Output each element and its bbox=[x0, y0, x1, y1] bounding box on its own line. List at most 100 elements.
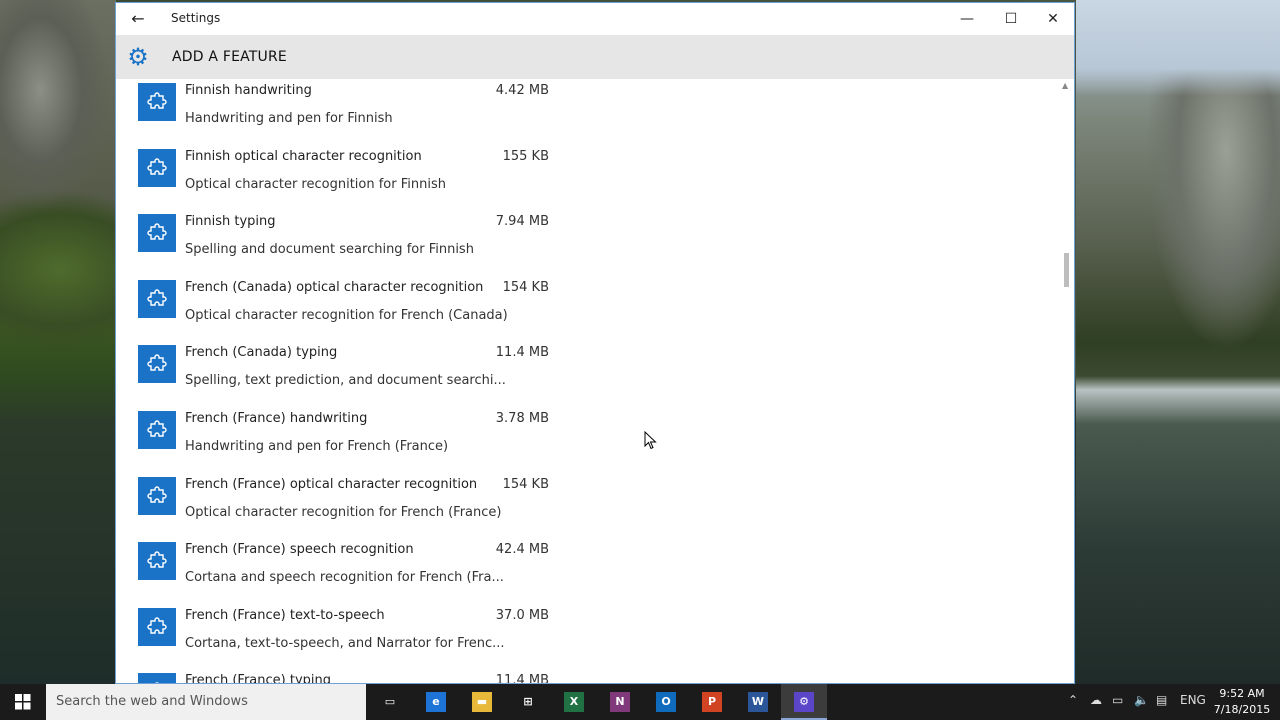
puzzle-piece-icon bbox=[138, 345, 176, 384]
feature-item[interactable]: French (France) optical character recogn… bbox=[138, 475, 558, 535]
feature-name: Finnish typing bbox=[185, 214, 276, 230]
search-box[interactable]: Search the web and Windows bbox=[46, 684, 366, 720]
scrollbar[interactable]: ▲ bbox=[1060, 79, 1072, 683]
feature-size: 155 KB bbox=[502, 148, 549, 164]
page-title: ADD A FEATURE bbox=[172, 49, 287, 65]
edge-icon: e bbox=[426, 692, 446, 712]
feature-size: 37.0 MB bbox=[495, 607, 549, 623]
puzzle-piece-icon bbox=[138, 411, 176, 449]
clock-date: 7/18/2015 bbox=[1213, 703, 1271, 716]
chevron-up-icon[interactable]: ⌃ bbox=[1068, 693, 1078, 707]
feature-item[interactable]: Finnish typing 7.94 MB Spelling and docume… bbox=[138, 212, 558, 272]
onenote-taskbar-button[interactable]: N bbox=[597, 684, 643, 720]
feature-item[interactable]: Finnish optical character recognition 155… bbox=[138, 147, 558, 207]
feature-size: 154 KB bbox=[502, 279, 549, 295]
store-icon: ⊞ bbox=[518, 692, 538, 712]
feature-description: Handwriting and pen for Finnish bbox=[185, 111, 393, 126]
wallpaper-right bbox=[1076, 0, 1280, 684]
feature-item[interactable]: French (France) typing 11.4 MB bbox=[138, 671, 558, 684]
feature-size: 42.4 MB bbox=[495, 542, 549, 558]
feature-description: Optical character recognition for Finnis… bbox=[185, 176, 446, 192]
feature-description: Optical character recognition for French… bbox=[185, 504, 502, 520]
network-icon[interactable]: ▭ bbox=[1112, 693, 1123, 707]
outlook-taskbar-button[interactable]: O bbox=[643, 684, 689, 720]
file-explorer-taskbar-button[interactable]: ▬ bbox=[459, 684, 505, 720]
feature-list: Finnish handwriting 4.42 MB Handwriting an… bbox=[116, 79, 1074, 684]
action-center-icon[interactable]: ▤ bbox=[1156, 693, 1167, 707]
outlook-icon: O bbox=[656, 692, 676, 712]
settings-window: ← Settings — ☐ ✕ ⚙ ADD A FEATURE Finnish… bbox=[115, 2, 1075, 684]
feature-name: French (France) speech recognition bbox=[185, 542, 414, 558]
feature-name: French (France) handwriting bbox=[185, 411, 368, 426]
puzzle-piece-icon bbox=[138, 214, 176, 253]
puzzle-piece-icon bbox=[138, 476, 176, 515]
windows-logo-icon bbox=[15, 694, 31, 710]
maximize-button[interactable]: ☐ bbox=[988, 3, 1034, 35]
puzzle-piece-icon bbox=[138, 83, 176, 121]
feature-item[interactable]: French (Canada) optical character recogn… bbox=[138, 278, 558, 338]
feature-name: Finnish optical character recognition bbox=[185, 148, 422, 164]
mouse-cursor-icon bbox=[644, 431, 657, 450]
excel-icon: X bbox=[564, 692, 584, 712]
language-indicator[interactable]: ENG bbox=[1180, 693, 1206, 707]
powerpoint-taskbar-button[interactable]: P bbox=[689, 684, 735, 720]
feature-name: French (France) typing bbox=[185, 673, 331, 684]
feature-description: Handwriting and pen for French (France) bbox=[185, 439, 449, 454]
feature-description: Optical character recognition for French… bbox=[185, 307, 508, 323]
scroll-thumb[interactable] bbox=[1064, 253, 1069, 287]
feature-size: 3.78 MB bbox=[495, 411, 549, 426]
settings-icon: ⚙ bbox=[794, 692, 814, 712]
feature-description: Spelling, text prediction, and document … bbox=[185, 373, 506, 389]
feature-item[interactable]: French (France) speech recognition 42.4 M… bbox=[138, 540, 558, 600]
feature-size: 4.42 MB bbox=[495, 83, 549, 98]
minimize-button[interactable]: — bbox=[944, 3, 990, 35]
feature-name: Finnish handwriting bbox=[185, 83, 312, 98]
file-explorer-icon: ▬ bbox=[472, 692, 492, 712]
word-icon: W bbox=[748, 692, 768, 712]
edge-taskbar-button[interactable]: e bbox=[413, 684, 459, 720]
onenote-icon: N bbox=[610, 692, 630, 712]
feature-name: French (France) optical character recogn… bbox=[185, 476, 478, 492]
feature-description: Cortana and speech recognition for Frenc… bbox=[185, 570, 504, 586]
feature-size: 11.4 MB bbox=[495, 673, 549, 684]
feature-item[interactable]: French (Canada) typing 11.4 MB Spelling, t… bbox=[138, 343, 558, 403]
feature-size: 11.4 MB bbox=[495, 345, 549, 361]
feature-size: 7.94 MB bbox=[495, 214, 549, 230]
feature-item[interactable]: French (France) handwriting 3.78 MB Handwr… bbox=[138, 409, 558, 469]
clock-time: 9:52 AM bbox=[1219, 687, 1265, 700]
excel-taskbar-button[interactable]: X bbox=[551, 684, 597, 720]
wallpaper-left bbox=[0, 0, 116, 684]
search-placeholder: Search the web and Windows bbox=[56, 694, 248, 709]
title-bar: ← Settings — ☐ ✕ bbox=[116, 3, 1074, 35]
taskbar: Search the web and Windows ▭ e ▬ ⊞ X N O P W ⚙ ⌃ … bbox=[0, 684, 1280, 720]
clock[interactable]: 9:52 AM 7/18/2015 bbox=[1210, 686, 1274, 718]
store-taskbar-button[interactable]: ⊞ bbox=[505, 684, 551, 720]
page-header: ⚙ ADD A FEATURE bbox=[116, 35, 1074, 79]
close-button[interactable]: ✕ bbox=[1030, 3, 1074, 35]
puzzle-piece-icon bbox=[138, 607, 176, 646]
task-view-icon: ▭ bbox=[380, 692, 400, 712]
volume-icon[interactable]: 🔈 bbox=[1134, 693, 1149, 707]
puzzle-piece-icon bbox=[138, 148, 176, 187]
feature-name: French (Canada) optical character recogn… bbox=[185, 279, 484, 295]
back-button[interactable]: ← bbox=[128, 9, 148, 29]
feature-item[interactable]: Finnish handwriting 4.42 MB Handwriting an… bbox=[138, 81, 558, 141]
feature-name: French (France) text-to-speech bbox=[185, 607, 385, 623]
scroll-up-icon[interactable]: ▲ bbox=[1062, 81, 1068, 90]
start-button[interactable] bbox=[0, 684, 46, 720]
feature-item[interactable]: French (France) text-to-speech 37.0 MB Cor… bbox=[138, 606, 558, 666]
puzzle-piece-icon bbox=[138, 542, 176, 581]
feature-size: 154 KB bbox=[502, 476, 549, 492]
feature-description: Cortana, text-to-speech, and Narrator fo… bbox=[185, 635, 505, 651]
onedrive-icon[interactable]: ☁ bbox=[1090, 693, 1102, 707]
word-taskbar-button[interactable]: W bbox=[735, 684, 781, 720]
task-view-taskbar-button[interactable]: ▭ bbox=[367, 684, 413, 720]
window-title: Settings bbox=[171, 11, 221, 25]
powerpoint-icon: P bbox=[702, 692, 722, 712]
gear-icon: ⚙ bbox=[127, 43, 149, 71]
feature-name: French (Canada) typing bbox=[185, 345, 338, 361]
feature-description: Spelling and document searching for Finn… bbox=[185, 242, 474, 258]
puzzle-piece-icon bbox=[138, 673, 176, 683]
settings-taskbar-button[interactable]: ⚙ bbox=[781, 684, 827, 720]
puzzle-piece-icon bbox=[138, 279, 176, 318]
